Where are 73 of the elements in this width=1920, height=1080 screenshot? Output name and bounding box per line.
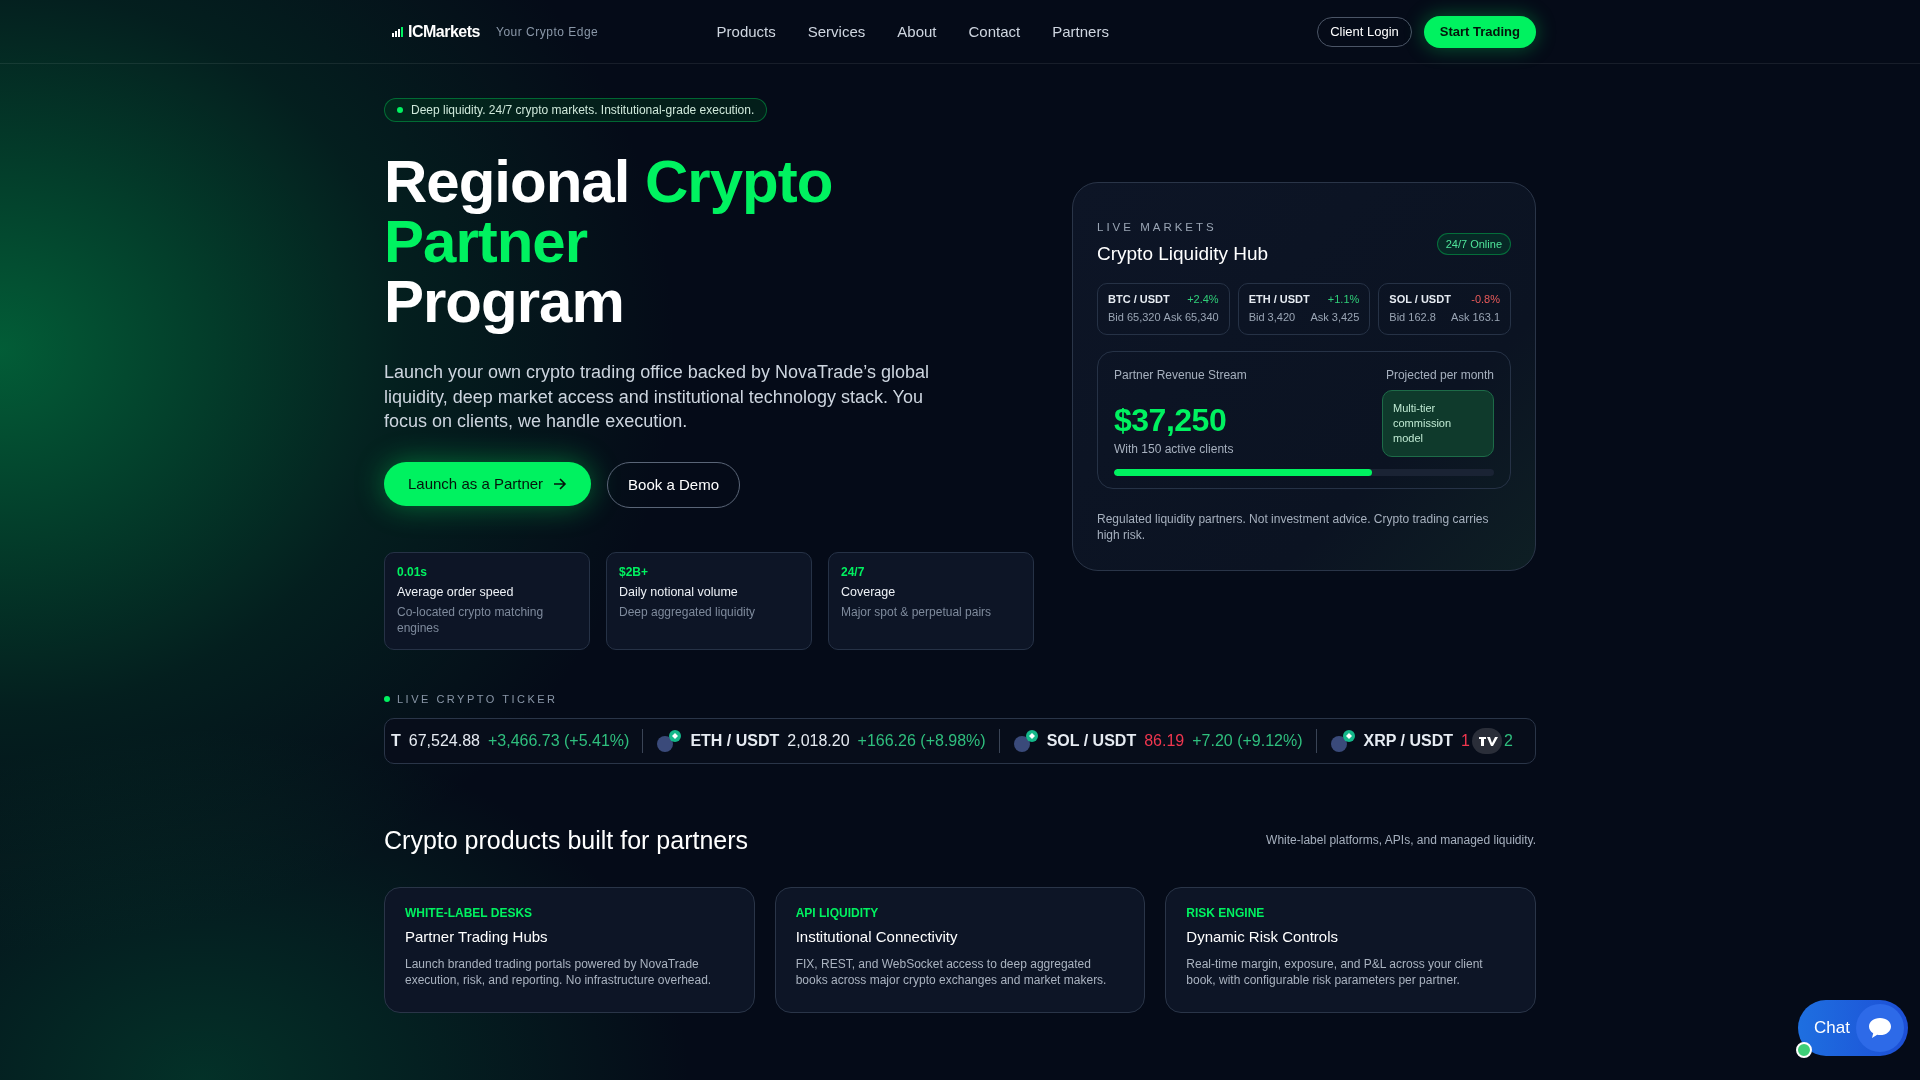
stat-note: Major spot & perpetual pairs <box>841 603 993 620</box>
logo[interactable]: ICMarkets <box>392 22 480 41</box>
section-subtitle: White-label platforms, APIs, and managed liquidity. <box>1266 833 1536 847</box>
hero-title: Regional Crypto Partner Program <box>384 152 833 332</box>
bars-icon <box>392 26 404 37</box>
chat-bubble-icon <box>1867 1016 1893 1040</box>
status-pill: 24/7 Online <box>1436 233 1511 255</box>
chart-logo-icon[interactable] <box>1471 727 1502 754</box>
ask-price: Ask 3,425 <box>1310 311 1360 323</box>
product-tag: WHITE-LABEL DESKS <box>405 905 734 920</box>
ticker-price: 86.19 <box>1144 731 1185 750</box>
disclaimer: Regulated liquidity partners. Not investment advice. Crypto trading carries high risk. <box>1097 511 1490 543</box>
bid-price: Bid 162.8 <box>1389 311 1436 323</box>
stat-value: $2B+ <box>619 564 650 579</box>
ticker-pair: SOL / USDT <box>1046 731 1137 750</box>
ticker-change: 2 <box>1503 731 1513 750</box>
ticker-price: 67,524.88 <box>408 731 480 750</box>
pair-name: SOL / USDT <box>1389 293 1451 305</box>
nav-link[interactable]: Products <box>716 23 776 40</box>
revenue-amount: $37,250 <box>1114 402 1228 439</box>
revenue-label: Partner Revenue Stream <box>1114 368 1247 382</box>
section-title: Crypto products built for partners <box>384 825 749 855</box>
stat-value: 0.01s <box>397 564 429 579</box>
pair-name: ETH / USDT <box>1248 293 1310 305</box>
ticker-price: 1 <box>1461 731 1470 750</box>
product-tag: API LIQUIDITY <box>795 905 1125 920</box>
pair-change: +2.4% <box>1187 293 1219 305</box>
ask-price: Ask 163.1 <box>1451 311 1500 323</box>
stat-label: Average order speed <box>397 584 515 599</box>
live-dot-icon <box>384 695 390 702</box>
stat-label: Coverage <box>841 584 897 599</box>
clients-note: With 150 active clients <box>1114 442 1234 456</box>
card-title: Crypto Liquidity Hub <box>1097 243 1269 265</box>
ticker-pair: T <box>391 731 401 750</box>
stat-note: Co-located crypto matching engines <box>397 603 545 636</box>
hero-description: Launch your own crypto trading office backed by NovaTrade’s global liquidity, deep market access and institutional technology stack. You focus on clients, we handle execution. <box>384 361 930 433</box>
chat-button[interactable]: Chat <box>1798 1000 1908 1056</box>
bid-price: Bid 65,320 <box>1108 311 1161 323</box>
stat-note: Deep aggregated liquidity <box>619 603 757 620</box>
stat-label: Daily notional volume <box>619 584 739 599</box>
pair-change: +1.1% <box>1327 293 1360 305</box>
product-title: Partner Trading Hubs <box>405 927 549 945</box>
nav-link[interactable]: Contact <box>968 23 1021 40</box>
launch-partner-button[interactable]: Launch as a Partner <box>384 461 592 506</box>
arrow-right-icon <box>553 477 568 490</box>
product-description: Real-time margin, exposure, and P&L across your client book, with configurable risk parameters per partner. <box>1186 955 1484 988</box>
ticker-label: LIVE CRYPTO TICKER <box>397 692 558 705</box>
bid-price: Bid 3,420 <box>1248 311 1296 323</box>
card-eyebrow: LIVE MARKETS <box>1097 221 1218 233</box>
product-tag: RISK ENGINE <box>1186 905 1515 920</box>
product-description: FIX, REST, and WebSocket access to deep aggregated books across major crypto exchanges and market makers. <box>795 955 1108 988</box>
ticker-price: 2,018.20 <box>787 731 850 750</box>
product-description: Launch branded trading portals powered by NovaTrade execution, risk, and reporting. No infrastructure overhead. <box>405 955 713 988</box>
nav-link[interactable]: Services <box>807 23 866 40</box>
ticker-pair: XRP / USDT <box>1363 731 1453 750</box>
pair-change: -0.8% <box>1471 293 1500 305</box>
revenue-period: Projected per month <box>1385 368 1494 382</box>
ticker-change: +7.20 (+9.12%) <box>1192 731 1303 750</box>
start-trading-button[interactable]: Start Trading <box>1423 15 1536 48</box>
ticker-change: +166.26 (+8.98%) <box>857 731 986 750</box>
pair-name: BTC / USDT <box>1108 293 1170 305</box>
tagline: Your Crypto Edge <box>496 24 599 39</box>
product-title: Dynamic Risk Controls <box>1186 927 1340 945</box>
ticker-pair: ETH / USDT <box>690 731 780 750</box>
hero-badge: Deep liquidity. 24/7 crypto markets. Institutional-grade execution. <box>384 98 768 122</box>
ask-price: Ask 65,340 <box>1163 311 1219 323</box>
nav-link[interactable]: Partners <box>1052 23 1109 40</box>
ticker-change: +3,466.73 (+5.41%) <box>487 731 630 750</box>
logo-text: ICMarkets <box>408 22 480 41</box>
nav-link[interactable]: About <box>897 23 937 40</box>
commission-pill: Multi-tier commission model <box>1382 390 1494 457</box>
stat-value: 24/7 <box>841 564 866 579</box>
product-title: Institutional Connectivity <box>795 927 959 945</box>
